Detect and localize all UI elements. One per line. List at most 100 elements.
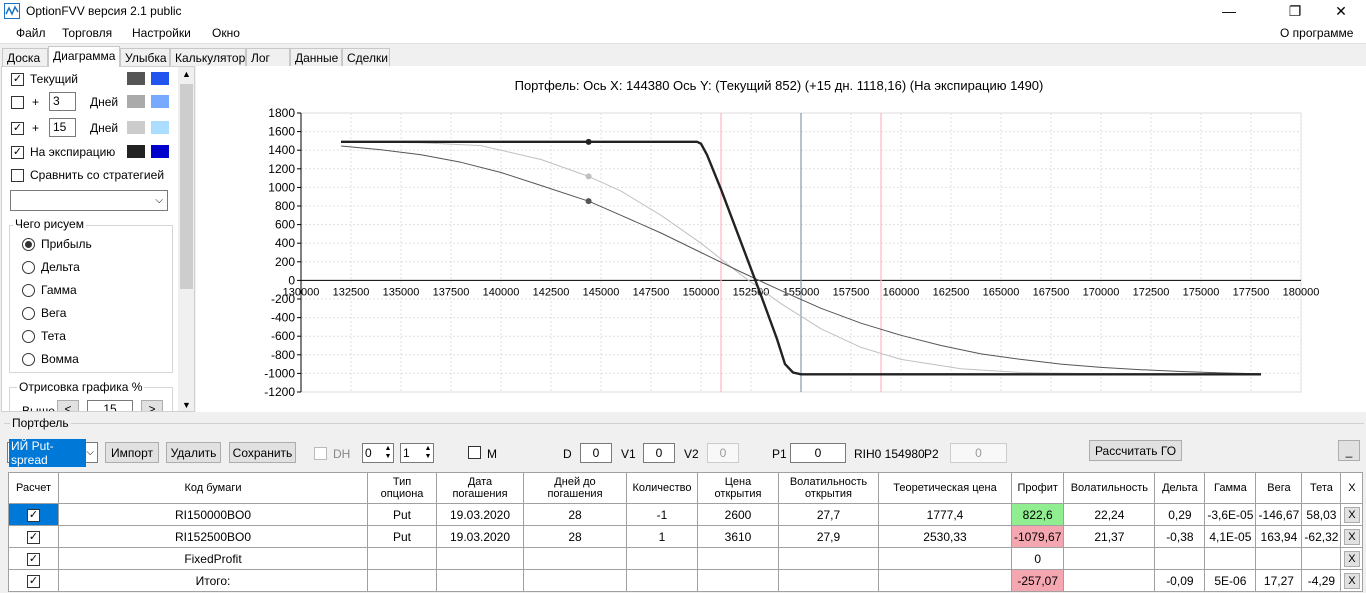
type-cell[interactable] xyxy=(367,569,437,592)
open-vol-cell[interactable]: 27,7 xyxy=(778,503,879,526)
code-cell[interactable]: FixedProfit xyxy=(58,547,368,570)
col-open-vol[interactable]: Волатильность открытия xyxy=(778,472,879,504)
vol-cell[interactable]: 22,24 xyxy=(1063,503,1156,526)
current-alt-color-swatch[interactable] xyxy=(151,72,169,85)
spin2-input[interactable]: 1 ▲ ▼ xyxy=(400,443,434,463)
draw-option-vomma[interactable]: Вомма xyxy=(22,349,79,369)
theta-cell[interactable] xyxy=(1301,547,1342,570)
m-checkbox[interactable] xyxy=(468,446,481,459)
qty-cell[interactable]: 1 xyxy=(626,525,698,548)
delta-cell[interactable]: 0,29 xyxy=(1154,503,1206,526)
open-vol-cell[interactable]: 27,9 xyxy=(778,525,879,548)
tab-data[interactable]: Данные xyxy=(290,48,342,66)
above-value-input[interactable]: 15 xyxy=(87,400,133,411)
row-calc-checkbox[interactable]: ✓ xyxy=(27,575,40,588)
above-increment-button[interactable]: > xyxy=(141,400,163,411)
table-row[interactable]: ✓ RI152500BO0 Put 19.03.2020 28 1 3610 2… xyxy=(8,525,1364,548)
menu-window[interactable]: Окно xyxy=(208,25,244,41)
calc-cell[interactable]: ✓ xyxy=(8,547,59,570)
profit-cell[interactable]: 0 xyxy=(1010,547,1065,570)
row-calc-checkbox[interactable]: ✓ xyxy=(27,531,40,544)
delta-cell[interactable] xyxy=(1154,547,1206,570)
col-vega[interactable]: Вега xyxy=(1255,472,1303,504)
menu-file[interactable]: Файл xyxy=(12,25,50,41)
days-cell[interactable] xyxy=(523,569,627,592)
open-price-cell[interactable] xyxy=(697,547,779,570)
qty-cell[interactable]: -1 xyxy=(626,503,698,526)
col-vol[interactable]: Волатильность xyxy=(1063,472,1156,504)
col-gamma[interactable]: Гамма xyxy=(1204,472,1257,504)
vol-cell[interactable]: 21,37 xyxy=(1063,525,1156,548)
theta-cell[interactable]: -4,29 xyxy=(1301,569,1342,592)
close-button[interactable]: ✕ xyxy=(1318,0,1364,22)
tab-log[interactable]: Лог xyxy=(246,48,290,66)
compare-checkbox[interactable] xyxy=(11,168,24,182)
expiration-color-swatch[interactable] xyxy=(127,145,145,158)
gamma-cell[interactable]: -3,6E-05 xyxy=(1204,503,1257,526)
col-qty[interactable]: Количество xyxy=(626,472,698,504)
vega-cell[interactable] xyxy=(1255,547,1303,570)
v1-input[interactable]: 0 xyxy=(643,443,675,463)
draw-option-gamma[interactable]: Гамма xyxy=(22,280,77,300)
open-vol-cell[interactable] xyxy=(778,569,879,592)
remove-row-button[interactable]: X xyxy=(1343,506,1360,523)
tab-deals[interactable]: Сделки xyxy=(342,48,390,66)
open-price-cell[interactable] xyxy=(697,569,779,592)
col-theor-price[interactable]: Теоретическая цена xyxy=(878,472,1012,504)
draw-option-theta[interactable]: Тета xyxy=(22,326,66,346)
row-calc-checkbox[interactable]: ✓ xyxy=(27,509,40,522)
remove-row-button[interactable]: X xyxy=(1343,572,1360,589)
col-calc[interactable]: Расчет xyxy=(8,472,59,504)
code-cell[interactable]: Итого: xyxy=(58,569,368,592)
gamma-cell[interactable] xyxy=(1204,547,1257,570)
vomma-radio[interactable] xyxy=(22,352,35,366)
draw-option-profit[interactable]: Прибыль xyxy=(22,234,92,254)
qty-cell[interactable] xyxy=(626,547,698,570)
col-days[interactable]: Дней до погашения xyxy=(523,472,627,504)
col-profit[interactable]: Профит xyxy=(1010,472,1065,504)
type-cell[interactable] xyxy=(367,547,437,570)
left-panel-scrollbar[interactable]: ▲ ▼ xyxy=(178,67,194,411)
plus1-alt-color-swatch[interactable] xyxy=(151,95,169,108)
above-decrement-button[interactable]: < xyxy=(57,400,79,411)
menu-about[interactable]: О программе xyxy=(1276,25,1357,41)
plus2-checkbox[interactable]: ✓ xyxy=(11,121,24,135)
draw-option-delta[interactable]: Дельта xyxy=(22,257,80,277)
theta-cell[interactable]: 58,03 xyxy=(1301,503,1342,526)
col-exp-date[interactable]: Дата погашения xyxy=(436,472,524,504)
col-type[interactable]: Тип опциона xyxy=(367,472,437,504)
scroll-up-icon[interactable]: ▲ xyxy=(182,69,191,79)
profit-cell[interactable]: 822,6 xyxy=(1010,503,1065,526)
spinner-arrows-icon[interactable]: ▲ ▼ xyxy=(383,445,393,461)
gamma-radio[interactable] xyxy=(22,283,35,297)
current-color-swatch[interactable] xyxy=(127,72,145,85)
profit-cell[interactable]: -1079,67 xyxy=(1010,525,1065,548)
profit-chart-svg[interactable]: 130000 132500 135000 137500 140000 142500 1450… xyxy=(196,66,1362,412)
scroll-down-icon[interactable]: ▼ xyxy=(182,400,191,410)
scroll-thumb[interactable] xyxy=(180,84,193,289)
plus2-color-swatch[interactable] xyxy=(127,121,145,134)
profit-cell[interactable]: -257,07 xyxy=(1010,569,1065,592)
draw-option-vega[interactable]: Вега xyxy=(22,303,66,323)
type-cell[interactable]: Put xyxy=(367,503,437,526)
expiration-alt-color-swatch[interactable] xyxy=(151,145,169,158)
theor-price-cell[interactable] xyxy=(878,547,1012,570)
calculate-go-button[interactable]: Рассчитать ГО xyxy=(1089,440,1182,461)
tab-desk[interactable]: Доска xyxy=(2,48,48,66)
import-button[interactable]: Импорт xyxy=(105,442,159,463)
table-row[interactable]: ✓ RI150000BO0 Put 19.03.2020 28 -1 2600 … xyxy=(8,503,1364,526)
row-calc-checkbox[interactable]: ✓ xyxy=(27,553,40,566)
exp-date-cell[interactable] xyxy=(436,569,524,592)
expiration-checkbox[interactable]: ✓ xyxy=(11,145,24,159)
theta-radio[interactable] xyxy=(22,329,35,343)
menu-trade[interactable]: Торговля xyxy=(58,25,116,41)
d-input[interactable]: 0 xyxy=(580,443,612,463)
p1-input[interactable]: 0 xyxy=(790,443,846,463)
days-cell[interactable]: 28 xyxy=(523,503,627,526)
profit-radio[interactable] xyxy=(22,237,35,251)
code-cell[interactable]: RI152500BO0 xyxy=(58,525,368,548)
plus1-checkbox[interactable] xyxy=(11,95,24,109)
vega-cell[interactable]: 163,94 xyxy=(1255,525,1303,548)
strategy-dropdown[interactable]: ⌵ xyxy=(10,190,168,211)
tab-calculator[interactable]: Калькулятор xyxy=(170,48,246,66)
